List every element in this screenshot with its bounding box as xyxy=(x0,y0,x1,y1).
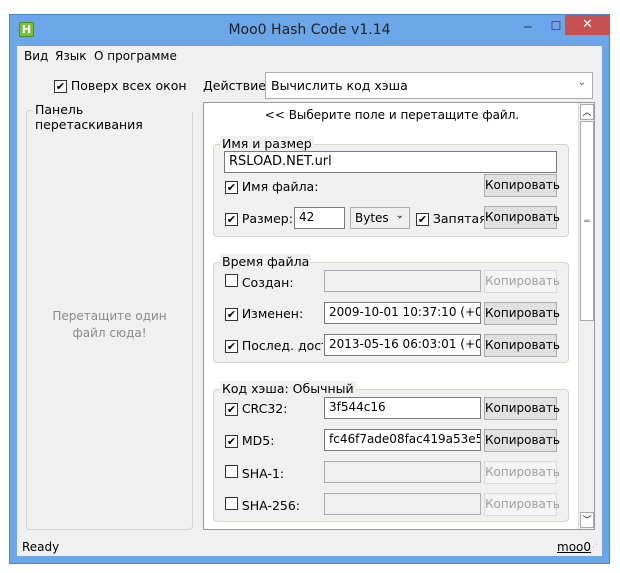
chevron-down-icon: ⌄ xyxy=(395,210,404,221)
hash-checkbox[interactable]: ✔ CRC32: xyxy=(225,401,323,416)
hint-text: << Выберите поле и перетащите файл. xyxy=(264,108,520,122)
always-on-top-checkbox[interactable]: ✔ Поверх всех окон xyxy=(54,78,187,93)
hash-copy-button[interactable]: Копировать xyxy=(484,493,560,516)
time-label: Создан: xyxy=(241,275,294,290)
hash-value-field[interactable]: 3f544c16 xyxy=(324,397,481,419)
file-time-title: Время файла xyxy=(220,254,312,269)
hash-value-field[interactable]: fc46f7ade08fac419a53e55 xyxy=(324,429,481,451)
checkbox-check-icon: ✔ xyxy=(416,213,429,226)
title-bar[interactable]: H Moo0 Hash Code v1.14 ‒ ☐ ✕ xyxy=(10,15,610,46)
action-label: Действие: xyxy=(203,78,271,93)
checkbox-empty xyxy=(225,497,238,510)
drag-hint-line1: Перетащите один xyxy=(52,309,167,323)
size-checkbox[interactable]: ✔ Размер: xyxy=(225,211,293,226)
always-on-top-label: Поверх всех окон xyxy=(70,78,187,93)
time-copy-button[interactable]: Копировать xyxy=(484,302,560,325)
checkbox-check-icon: ✔ xyxy=(225,181,238,194)
hash-copy-button[interactable]: Копировать xyxy=(484,397,560,420)
size-label: Размер: xyxy=(241,211,293,226)
menu-view[interactable]: Вид xyxy=(24,49,48,63)
copy-filename-button[interactable]: Копировать xyxy=(484,174,560,197)
time-copy-button[interactable]: Копировать xyxy=(484,334,560,357)
hash-label: MD5: xyxy=(241,433,275,448)
filename-label: Имя файла: xyxy=(241,179,319,194)
size-field[interactable]: 42 xyxy=(294,207,345,229)
hash-checkbox[interactable]: SHA-256: xyxy=(225,497,323,513)
scroll-down-icon[interactable]: ﹀ xyxy=(580,512,594,528)
chevron-down-icon: ⌄ xyxy=(577,77,586,88)
minimize-button[interactable]: ‒ xyxy=(515,19,541,39)
comma-checkbox[interactable]: ✔ Запятая xyxy=(416,211,487,226)
action-dropdown[interactable]: Вычислить код хэша ⌄ xyxy=(265,72,593,99)
hash-value-field[interactable] xyxy=(324,461,481,483)
time-value-field[interactable]: 2009-10-01 10:37:10 (+04 xyxy=(324,302,481,324)
time-value-field[interactable]: 2013-05-16 06:03:01 (+04 xyxy=(324,334,481,356)
checkbox-check-icon: ✔ xyxy=(54,80,67,93)
filename-field[interactable]: RSLOAD.NET.url xyxy=(224,151,557,173)
hash-label: SHA-256: xyxy=(241,498,301,513)
menu-about[interactable]: О программе xyxy=(94,49,177,63)
drag-panel-title: Панель перетаскивания xyxy=(33,102,192,132)
unit-dropdown[interactable]: Bytes ⌄ xyxy=(350,207,410,229)
checkbox-empty xyxy=(225,274,238,287)
name-size-title: Имя и размер xyxy=(220,136,314,151)
time-checkbox[interactable]: ✔ Послед. досту xyxy=(225,338,323,353)
unit-value: Bytes xyxy=(355,211,389,225)
scroll-up-icon[interactable]: ︿ xyxy=(580,104,594,120)
filename-checkbox[interactable]: ✔ Имя файла: xyxy=(225,179,318,194)
checkbox-check-icon: ✔ xyxy=(225,403,238,416)
checkbox-check-icon: ✔ xyxy=(225,340,238,353)
time-copy-button[interactable]: Копировать xyxy=(484,270,560,293)
hash-copy-button[interactable]: Копировать xyxy=(484,429,560,452)
hash-value-field[interactable] xyxy=(324,493,481,515)
drag-hint-line2: файл сюда! xyxy=(72,326,147,340)
hash-copy-button[interactable]: Копировать xyxy=(484,461,560,484)
hash-checkbox[interactable]: SHA-1: xyxy=(225,465,323,481)
time-label: Изменен: xyxy=(241,306,304,321)
close-button[interactable]: ✕ xyxy=(565,15,610,35)
time-label: Послед. досту xyxy=(241,338,323,353)
menu-language[interactable]: Язык xyxy=(55,49,86,63)
resize-grip-icon[interactable]: ⋰ xyxy=(589,543,598,553)
checkbox-check-icon: ✔ xyxy=(225,213,238,226)
hash-label: CRC32: xyxy=(241,401,288,416)
status-text: Ready xyxy=(22,540,60,554)
copy-size-button[interactable]: Копировать xyxy=(484,206,560,229)
action-value: Вычислить код хэша xyxy=(271,78,408,93)
checkbox-check-icon: ✔ xyxy=(225,308,238,321)
vertical-scrollbar[interactable]: ︿ ═ ﹀ xyxy=(578,103,594,529)
comma-label: Запятая xyxy=(432,211,487,226)
moo0-link[interactable]: moo0 xyxy=(557,540,591,554)
time-checkbox[interactable]: Создан: xyxy=(225,274,323,290)
hash-label: SHA-1: xyxy=(241,466,285,481)
hash-checkbox[interactable]: ✔ MD5: xyxy=(225,433,323,448)
hash-title: Код хэша: Обычный xyxy=(220,381,356,396)
time-checkbox[interactable]: ✔ Изменен: xyxy=(225,306,323,321)
checkbox-check-icon: ✔ xyxy=(225,435,238,448)
drag-panel[interactable]: Панель перетаскивания Перетащите один фа… xyxy=(26,102,193,530)
time-value-field[interactable] xyxy=(324,270,481,292)
scroll-thumb[interactable]: ═ xyxy=(580,121,594,321)
checkbox-empty xyxy=(225,465,238,478)
